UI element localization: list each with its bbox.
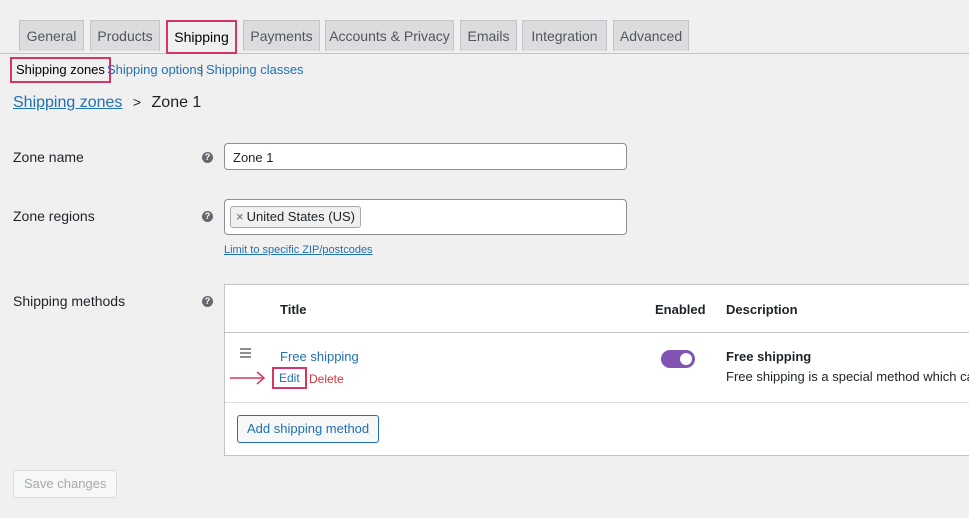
help-icon[interactable]: ? — [202, 152, 213, 163]
tab-general[interactable]: General — [19, 20, 84, 51]
help-icon[interactable]: ? — [202, 296, 213, 307]
tab-integration[interactable]: Integration — [522, 20, 607, 51]
help-icon[interactable]: ? — [202, 211, 213, 222]
tab-accounts-privacy[interactable]: Accounts & Privacy — [325, 20, 454, 51]
subnav-separator: | — [200, 62, 204, 77]
header-divider — [225, 332, 969, 333]
add-shipping-method-button[interactable]: Add shipping method — [237, 415, 380, 443]
zone-regions-input[interactable]: × United States (US) — [224, 199, 627, 235]
save-changes-button[interactable]: Save changes — [13, 470, 118, 498]
remove-chip-icon[interactable]: × — [236, 209, 244, 224]
limit-zip-postcodes-link[interactable]: Limit to specific ZIP/postcodes — [224, 244, 373, 256]
subnav-shipping-options[interactable]: Shipping options — [107, 62, 203, 77]
tab-shipping[interactable]: Shipping — [166, 20, 237, 54]
shipping-methods-label: Shipping methods — [13, 293, 126, 309]
annotation-arrow-icon — [230, 371, 266, 385]
row-divider — [225, 402, 969, 403]
method-title-link[interactable]: Free shipping — [280, 349, 359, 364]
enabled-toggle[interactable] — [661, 350, 695, 368]
subnav-shipping-classes[interactable]: Shipping classes — [206, 62, 304, 77]
column-enabled: Enabled — [655, 302, 706, 317]
method-description-text: Free shipping is a special method which … — [726, 369, 969, 384]
breadcrumb-current: Zone 1 — [151, 94, 202, 111]
column-description: Description — [726, 302, 798, 317]
method-description-title: Free shipping — [726, 349, 812, 364]
tab-payments[interactable]: Payments — [243, 20, 320, 51]
shipping-methods-table: Title Enabled Description Free shipping … — [224, 284, 969, 456]
zone-regions-label: Zone regions — [13, 208, 95, 224]
zone-name-label: Zone name — [13, 149, 84, 165]
breadcrumb-separator: > — [132, 94, 142, 110]
delete-method-link[interactable]: Delete — [309, 372, 344, 386]
breadcrumb: Shipping zones > Zone 1 — [13, 94, 201, 112]
tab-emails[interactable]: Emails — [460, 20, 517, 51]
settings-tabs: General Products Shipping Payments Accou… — [0, 0, 969, 54]
tab-advanced[interactable]: Advanced — [613, 20, 689, 51]
breadcrumb-shipping-zones-link[interactable]: Shipping zones — [13, 94, 122, 111]
zone-name-input[interactable]: Zone 1 — [224, 143, 627, 170]
subnav-shipping-zones[interactable]: Shipping zones — [10, 57, 111, 83]
edit-method-link[interactable]: Edit — [272, 367, 307, 389]
column-title: Title — [280, 302, 307, 317]
toggle-knob — [680, 353, 692, 365]
region-chip: × United States (US) — [230, 206, 361, 228]
drag-handle-icon[interactable] — [240, 348, 251, 360]
zone-name-value: Zone 1 — [233, 150, 274, 165]
region-chip-label: United States (US) — [246, 209, 355, 224]
tab-products[interactable]: Products — [90, 20, 160, 51]
